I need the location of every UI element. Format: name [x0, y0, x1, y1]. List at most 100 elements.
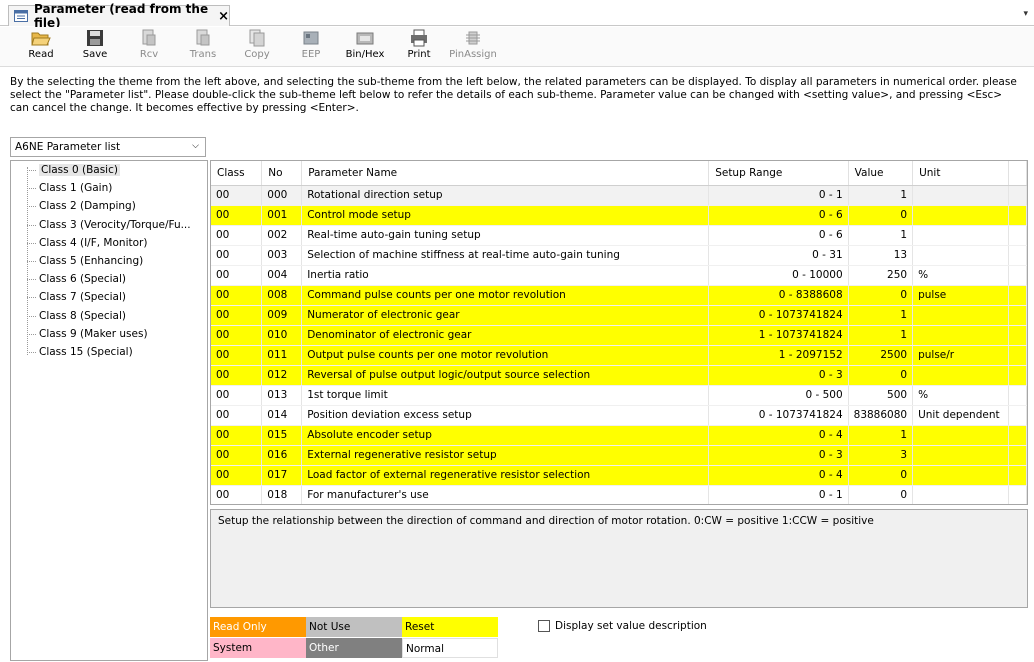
cell-spacer	[1008, 265, 1027, 286]
cell-unit	[912, 325, 1010, 346]
cell-parameter-name: Inertia ratio	[301, 265, 710, 286]
cell-value[interactable]: 13	[848, 245, 914, 266]
cell-parameter-name: Denominator of electronic gear	[301, 325, 710, 346]
cell-setup-range: 1 - 1073741824	[708, 325, 849, 346]
cell-no: 001	[261, 205, 303, 226]
tree-item-class[interactable]: Class 3 (Verocity/Torque/Fu...	[11, 216, 207, 234]
table-row[interactable]: 00 004 Inertia ratio 0 - 10000 250%	[211, 265, 1027, 286]
pin-assign-label: PinAssign	[449, 49, 497, 60]
table-row[interactable]: 00 002 Real-time auto-gain tuning setup 0 -…	[211, 225, 1027, 246]
trans-label: Trans	[189, 49, 217, 60]
checkbox-box[interactable]	[538, 620, 550, 632]
col-header-spacer	[1008, 161, 1027, 186]
table-row[interactable]: 00 015 Absolute encoder setup 0 - 41	[211, 425, 1027, 446]
cell-spacer	[1008, 485, 1027, 504]
cell-value[interactable]: 500	[848, 385, 914, 406]
pin-assign-button[interactable]: PinAssign	[446, 27, 500, 65]
trans-button[interactable]: Trans	[176, 27, 230, 65]
bin-hex-button[interactable]: Bin/Hex	[338, 27, 392, 65]
cell-value[interactable]: 0	[848, 365, 914, 386]
table-row[interactable]: 00 012 Reversal of pulse output logic/outp…	[211, 365, 1027, 386]
tab-title: Parameter (read from the file)	[34, 2, 209, 30]
cell-setup-range: 0 - 3	[708, 445, 849, 466]
cell-value[interactable]: 0	[848, 485, 914, 504]
tree-item-class[interactable]: Class 6 (Special)	[11, 270, 207, 288]
table-row[interactable]: 00 000 Rotational direction setup 0 - 11	[211, 185, 1027, 206]
copy-button[interactable]: Copy	[230, 27, 284, 65]
tab-bar: Parameter (read from the file) × ▾	[0, 0, 1034, 30]
tree-item-class[interactable]: Class 4 (I/F, Monitor)	[11, 234, 207, 252]
cell-setup-range: 0 - 8388608	[708, 285, 849, 306]
cell-value[interactable]: 0	[848, 465, 914, 486]
table-row[interactable]: 00 014 Position deviation excess setup 0 - …	[211, 405, 1027, 426]
rcv-button[interactable]: Rcv	[122, 27, 176, 65]
cell-parameter-name: Numerator of electronic gear	[301, 305, 710, 326]
save-button[interactable]: Save	[68, 27, 122, 65]
cell-value[interactable]: 1	[848, 305, 914, 326]
tree-item-class[interactable]: Class 0 (Basic)	[11, 161, 207, 179]
cell-value[interactable]: 1	[848, 225, 914, 246]
parameter-table: Class No Parameter Name Setup Range Valu…	[211, 161, 1027, 504]
cell-class: 00	[211, 245, 263, 266]
print-button[interactable]: Print	[392, 27, 446, 65]
legend-reset: Reset	[402, 617, 498, 637]
parameter-list-select[interactable]: A6NE Parameter list ⌵	[10, 137, 206, 157]
tree-item-class[interactable]: Class 7 (Special)	[11, 288, 207, 306]
cell-unit	[912, 365, 1010, 386]
cell-class: 00	[211, 385, 263, 406]
display-set-value-checkbox[interactable]: Display set value description	[538, 620, 707, 632]
cell-setup-range: 0 - 1073741824	[708, 405, 849, 426]
eep-button[interactable]: EEP	[284, 27, 338, 65]
cell-setup-range: 0 - 10000	[708, 265, 849, 286]
instructions-text: By the selecting the theme from the left…	[10, 76, 1017, 114]
cell-value[interactable]: 1	[848, 185, 914, 206]
cell-setup-range: 0 - 500	[708, 385, 849, 406]
cell-value[interactable]: 0	[848, 205, 914, 226]
cell-value[interactable]: 2500	[848, 345, 914, 366]
table-row[interactable]: 00 017 Load factor of external regenerativ…	[211, 465, 1027, 486]
cell-parameter-name: For manufacturer's use	[301, 485, 710, 504]
tree-item-class[interactable]: Class 9 (Maker uses)	[11, 325, 207, 343]
cell-value[interactable]: 0	[848, 285, 914, 306]
col-header-unit[interactable]: Unit	[912, 161, 1010, 186]
cell-value[interactable]: 1	[848, 425, 914, 446]
tree-item-class[interactable]: Class 2 (Damping)	[11, 197, 207, 215]
tree-item-class[interactable]: Class 8 (Special)	[11, 307, 207, 325]
cell-spacer	[1008, 205, 1027, 226]
tree-item-class[interactable]: Class 5 (Enhancing)	[11, 252, 207, 270]
table-row[interactable]: 00 016 External regenerative resistor setu…	[211, 445, 1027, 466]
table-row[interactable]: 00 013 1st torque limit 0 - 500 500%	[211, 385, 1027, 406]
legend-read-only: Read Only	[210, 617, 306, 637]
cell-unit	[912, 445, 1010, 466]
read-button[interactable]: Read	[14, 27, 68, 65]
tree-item-class[interactable]: Class 1 (Gain)	[11, 179, 207, 197]
col-header-setup-range[interactable]: Setup Range	[708, 161, 849, 186]
table-row[interactable]: 00 008 Command pulse counts per one motor …	[211, 285, 1027, 306]
col-header-no[interactable]: No	[261, 161, 303, 186]
cell-value[interactable]: 250	[848, 265, 914, 286]
tree-item-class[interactable]: Class 15 (Special)	[11, 343, 207, 361]
cell-spacer	[1008, 465, 1027, 486]
close-icon[interactable]: ×	[218, 9, 229, 24]
tab-dropdown-icon[interactable]: ▾	[1023, 9, 1028, 19]
cell-spacer	[1008, 285, 1027, 306]
cell-parameter-name: 1st torque limit	[301, 385, 710, 406]
col-header-parameter-name[interactable]: Parameter Name	[301, 161, 710, 186]
tree-item-label: Class 7 (Special)	[39, 291, 127, 304]
table-row[interactable]: 00 001 Control mode setup 0 - 60	[211, 205, 1027, 226]
cell-setup-range: 0 - 3	[708, 365, 849, 386]
table-row[interactable]: 00 018 For manufacturer's use 0 - 10	[211, 485, 1027, 504]
col-header-class[interactable]: Class	[211, 161, 263, 186]
cell-value[interactable]: 3	[848, 445, 914, 466]
table-row[interactable]: 00 011 Output pulse counts per one motor r…	[211, 345, 1027, 366]
tab-parameter[interactable]: Parameter (read from the file) ×	[8, 2, 230, 30]
table-row[interactable]: 00 010 Denominator of electronic gear 1 - 1…	[211, 325, 1027, 346]
col-header-value[interactable]: Value	[848, 161, 914, 186]
cell-no: 014	[261, 405, 303, 426]
cell-value[interactable]: 83886080	[848, 405, 914, 426]
tree-item-label: Class 1 (Gain)	[39, 182, 113, 195]
cell-value[interactable]: 1	[848, 325, 914, 346]
table-row[interactable]: 00 003 Selection of machine stiffness at r…	[211, 245, 1027, 266]
table-row[interactable]: 00 009 Numerator of electronic gear 0 - 107…	[211, 305, 1027, 326]
cell-parameter-name: Rotational direction setup	[301, 185, 710, 206]
